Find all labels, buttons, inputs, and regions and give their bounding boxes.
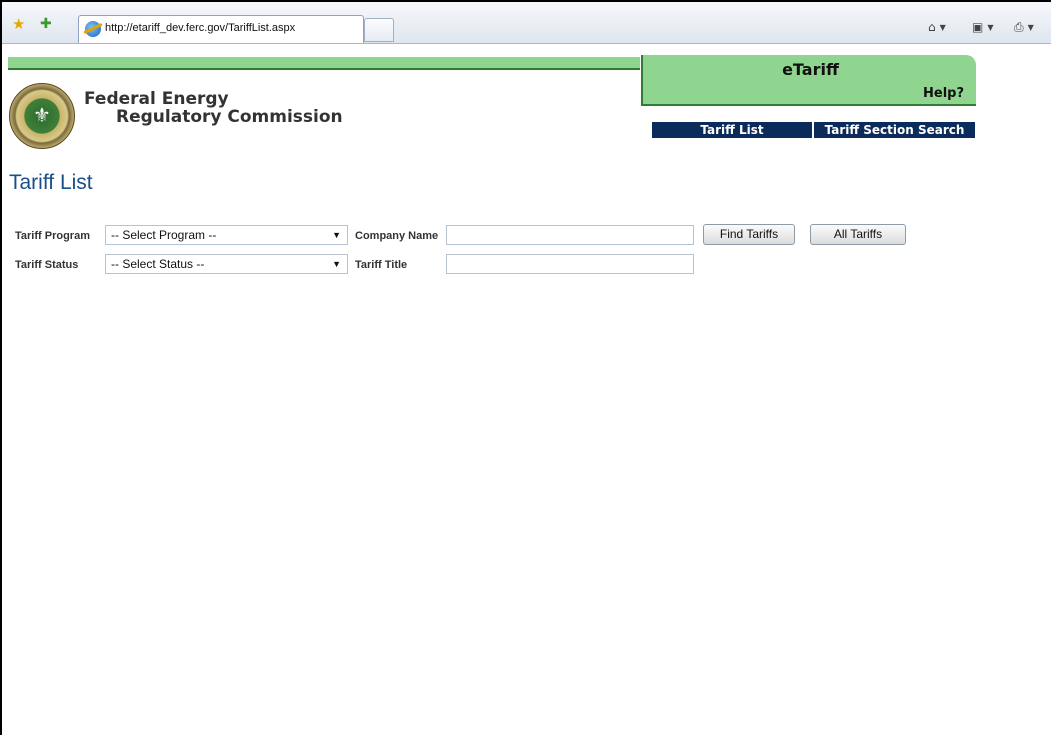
feeds-icon[interactable]: ▣ ▼ — [972, 20, 994, 34]
company-name-label: Company Name — [355, 230, 439, 242]
add-favorites-icon[interactable]: ✚ — [40, 16, 58, 32]
app-title: eTariff — [782, 60, 839, 79]
chevron-down-icon: ▼ — [332, 259, 341, 269]
tariff-program-select[interactable]: -- Select Program -- ▼ — [105, 225, 348, 245]
browser-tab[interactable]: http://etariff_dev.ferc.gov/TariffList.a… — [78, 15, 364, 43]
tariff-status-select[interactable]: -- Select Status -- ▼ — [105, 254, 348, 274]
org-name-line2: Regulatory Commission — [116, 107, 343, 127]
tariff-status-value: -- Select Status -- — [111, 257, 205, 271]
tariff-program-label: Tariff Program — [15, 230, 90, 242]
find-tariffs-button[interactable]: Find Tariffs — [703, 224, 795, 245]
header-green-strip — [8, 57, 640, 70]
new-tab-button[interactable] — [364, 18, 394, 42]
home-icon[interactable]: ⌂ ▼ — [928, 20, 946, 34]
tariff-title-label: Tariff Title — [355, 259, 408, 271]
nav-tariff-section-search[interactable]: Tariff Section Search — [814, 122, 975, 138]
browser-toolbar: ★ ✚ http://etariff_dev.ferc.gov/TariffLi… — [2, 2, 1051, 44]
org-name-line1: Federal Energy — [84, 89, 229, 109]
etariff-header-box: eTariff Help? — [641, 55, 976, 106]
print-icon[interactable]: ⎙ ▼ — [1014, 20, 1034, 35]
company-name-input[interactable] — [446, 225, 694, 245]
tariff-status-label: Tariff Status — [15, 259, 79, 271]
tariff-title-input[interactable] — [446, 254, 694, 274]
eagle-icon: ⚜ — [33, 103, 51, 127]
ferc-seal-logo: ⚜ — [9, 83, 75, 149]
all-tariffs-button[interactable]: All Tariffs — [810, 224, 906, 245]
chevron-down-icon: ▼ — [332, 230, 341, 240]
nav-tariff-list[interactable]: Tariff List — [652, 122, 812, 138]
tariff-program-value: -- Select Program -- — [111, 228, 217, 242]
help-link[interactable]: Help? — [923, 86, 964, 101]
ie-page-icon — [85, 21, 101, 37]
tab-title: http://etariff_dev.ferc.gov/TariffList.a… — [105, 22, 296, 34]
favorites-star-icon[interactable]: ★ — [12, 16, 28, 32]
page-title: Tariff List — [9, 171, 93, 194]
main-nav: Tariff List Tariff Section Search — [652, 122, 975, 138]
